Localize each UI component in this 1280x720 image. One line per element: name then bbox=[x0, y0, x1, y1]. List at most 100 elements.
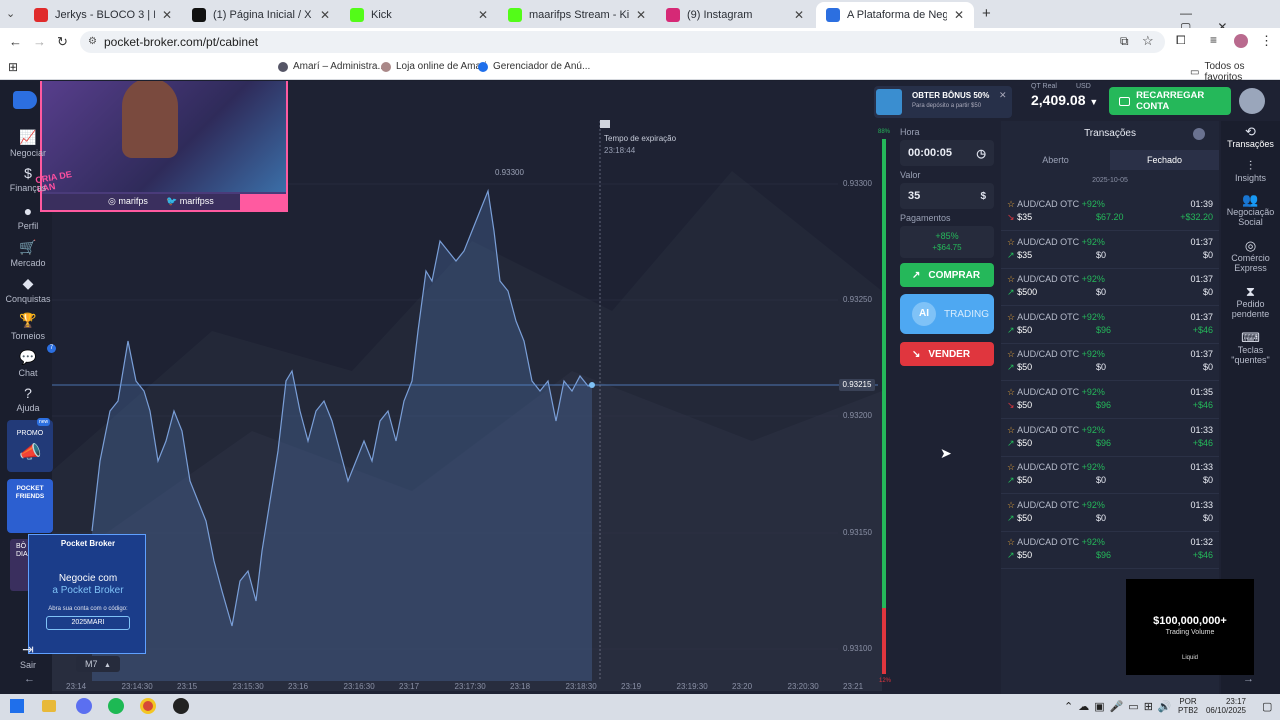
close-tab-icon[interactable]: ✕ bbox=[636, 8, 646, 22]
transaction-row[interactable]: ☆ AUD/CAD OTC +92% ↗ $50 $0 01:33 $0 bbox=[1001, 496, 1219, 532]
bonus-banner[interactable]: OBTER BÔNUS 50% Para depósito a partir $… bbox=[874, 86, 1012, 118]
browser-tab[interactable]: Jerkys - BLOCO 3 | Pesadelo Na ✕ bbox=[24, 2, 182, 28]
extensions-icon[interactable]: ⧠ bbox=[1176, 33, 1186, 48]
back-icon[interactable]: ← bbox=[9, 34, 22, 49]
star-icon[interactable]: ☆ bbox=[1007, 312, 1015, 322]
bookmark-star-icon[interactable]: ☆ bbox=[1142, 33, 1154, 49]
right-nav-item[interactable]: ⟲ Transações bbox=[1221, 125, 1280, 149]
profile-avatar[interactable] bbox=[1234, 34, 1248, 48]
recharge-button[interactable]: RECARREGAR CONTA bbox=[1109, 87, 1231, 115]
reload-icon[interactable]: ↻ bbox=[57, 34, 68, 50]
browser-tab[interactable]: (9) Instagram ✕ bbox=[656, 2, 814, 28]
install-app-icon[interactable]: ⧉ bbox=[1120, 34, 1129, 49]
forward-icon[interactable]: → bbox=[33, 34, 46, 49]
tab-search-icon[interactable]: ⌄ bbox=[6, 7, 15, 20]
right-nav-item[interactable]: ⫶ Insights bbox=[1221, 159, 1280, 183]
bookmark-item[interactable]: Loja online de Amari bbox=[381, 61, 487, 72]
nav-item[interactable]: 🛒 Mercado bbox=[0, 239, 56, 268]
star-icon[interactable]: ☆ bbox=[1007, 274, 1015, 284]
tab-open[interactable]: Aberto bbox=[1001, 150, 1110, 170]
close-icon[interactable]: ✕ bbox=[999, 90, 1007, 101]
transaction-row[interactable]: ☆ AUD/CAD OTC +92% ↗ $35 $0 01:37 $0 bbox=[1001, 233, 1219, 269]
close-tab-icon[interactable]: ✕ bbox=[794, 8, 804, 22]
transaction-row[interactable]: ☆ AUD/CAD OTC +92% ↘ $50 $96 01:35 +$46 bbox=[1001, 383, 1219, 419]
arrow-right-icon[interactable]: → bbox=[1243, 673, 1254, 685]
nav-item[interactable]: 📈 Negociar bbox=[0, 129, 56, 158]
star-icon[interactable]: ☆ bbox=[1007, 537, 1015, 547]
tab-closed[interactable]: Fechado bbox=[1110, 150, 1219, 170]
menu-icon[interactable]: ⋮ bbox=[1260, 33, 1273, 49]
star-icon[interactable]: ☆ bbox=[1007, 349, 1015, 359]
transaction-row[interactable]: ☆ AUD/CAD OTC +92% ↗ $50 $96 01:32 +$46 bbox=[1001, 533, 1219, 570]
transaction-row[interactable]: ☆ AUD/CAD OTC +92% ↗ $50 $0 01:37 $0 bbox=[1001, 345, 1219, 382]
transaction-row[interactable]: ☆ AUD/CAD OTC +92% ↗ $500 $0 01:37 $0 bbox=[1001, 270, 1219, 307]
close-tab-icon[interactable]: ✕ bbox=[954, 8, 964, 22]
language-indicator[interactable]: POR PTB2 bbox=[1178, 697, 1198, 715]
right-nav-item[interactable]: ⌨ Teclas "quentes" bbox=[1221, 331, 1280, 365]
transaction-row[interactable]: ☆ AUD/CAD OTC +92% ↗ $50 $0 01:33 $0 bbox=[1001, 458, 1219, 495]
right-nav-item[interactable]: 👥 Negociação Social bbox=[1221, 193, 1280, 227]
browser-tab-active[interactable]: A Plataforma de Negociação M ✕ bbox=[816, 2, 974, 28]
file-explorer-icon[interactable] bbox=[42, 700, 56, 712]
transaction-row[interactable]: ☆ AUD/CAD OTC +92% ↗ $50 $96 01:33 +$46 bbox=[1001, 421, 1219, 457]
ai-trading-button[interactable]: AI TRADING bbox=[900, 294, 994, 334]
dollar-icon[interactable]: $ bbox=[980, 191, 986, 202]
bookmark-item[interactable]: Amarí – Administra... bbox=[278, 61, 386, 72]
notification-icon[interactable]: ▢ bbox=[1262, 700, 1272, 713]
nav-item[interactable]: 🏆 Torneios bbox=[0, 312, 56, 341]
transaction-row[interactable]: ☆ AUD/CAD OTC +92% ↗ $50 $96 01:37 +$46 bbox=[1001, 308, 1219, 344]
star-icon[interactable]: ☆ bbox=[1007, 237, 1015, 247]
spotify-icon[interactable] bbox=[108, 698, 124, 714]
nav-item[interactable]: ⇥ Sair bbox=[0, 641, 56, 670]
star-icon[interactable]: ☆ bbox=[1007, 462, 1015, 472]
bookmark-item[interactable]: Gerenciador de Anú... bbox=[478, 61, 590, 72]
windows-start-icon[interactable] bbox=[10, 699, 24, 713]
close-tab-icon[interactable]: ✕ bbox=[162, 8, 172, 22]
globe-icon[interactable] bbox=[1193, 128, 1205, 140]
clock[interactable]: 23:17 06/10/2025 bbox=[1202, 697, 1246, 715]
star-icon[interactable]: ☆ bbox=[1007, 425, 1015, 435]
new-tab-button[interactable]: + bbox=[982, 5, 991, 22]
right-nav-item[interactable]: ⧗ Pedido pendente bbox=[1221, 285, 1280, 319]
chrome-icon[interactable] bbox=[140, 698, 156, 714]
browser-tab[interactable]: Kick ✕ bbox=[340, 2, 498, 28]
obs-icon[interactable] bbox=[173, 698, 189, 714]
browser-tab[interactable]: maarifps Stream - Kick Dashbo ✕ bbox=[498, 2, 656, 28]
bonus-side-card[interactable]: BÔ DIA bbox=[10, 539, 30, 591]
user-avatar[interactable] bbox=[1239, 88, 1265, 114]
liquid-ad[interactable]: $100,000,000+ Trading Volume Liquid bbox=[1126, 579, 1254, 675]
all-bookmarks-button[interactable]: ▭ Todos os favoritos bbox=[1190, 61, 1280, 83]
transaction-profit: $0 bbox=[1202, 512, 1213, 523]
system-tray-icons[interactable]: ⌃☁▣🎤▭⊞🔊 bbox=[1064, 700, 1177, 713]
close-tab-icon[interactable]: ✕ bbox=[478, 8, 488, 22]
star-icon[interactable]: ☆ bbox=[1007, 500, 1015, 510]
site-info-icon[interactable]: ⚙ bbox=[88, 31, 97, 53]
close-tab-icon[interactable]: ✕ bbox=[320, 8, 330, 22]
nav-item[interactable]: 💬 Chat bbox=[0, 349, 56, 378]
balance-selector[interactable]: 2,409.08 ▼ bbox=[1031, 92, 1098, 108]
clock-icon[interactable]: ◷ bbox=[976, 147, 986, 160]
pocket-broker-ad[interactable]: Pocket Broker Negocie com a Pocket Broke… bbox=[28, 534, 146, 654]
nav-item[interactable]: ◆ Conquistas bbox=[0, 275, 56, 304]
discord-icon[interactable] bbox=[76, 698, 92, 714]
star-icon[interactable]: ☆ bbox=[1007, 387, 1015, 397]
promo-tile[interactable]: PROMO new 📣 bbox=[7, 418, 53, 472]
timeframe-selector[interactable]: M7 ▲ bbox=[76, 656, 120, 672]
nav-item[interactable]: ● Perfil bbox=[0, 203, 56, 231]
transaction-row[interactable]: ☆ AUD/CAD OTC +92% ↘ $35 $67.20 01:39 +$32.2… bbox=[1001, 195, 1219, 231]
browser-tab[interactable]: (1) Página Inicial / X ✕ bbox=[182, 2, 340, 28]
nav-item[interactable]: $ Finanças bbox=[0, 165, 56, 193]
transaction-pair: ☆ AUD/CAD OTC +92% bbox=[1007, 312, 1105, 323]
time-input[interactable]: 00:00:05 ◷ bbox=[900, 140, 994, 166]
arrow-left-icon[interactable]: ← bbox=[24, 673, 35, 685]
star-icon[interactable]: ☆ bbox=[1007, 199, 1015, 209]
amount-input[interactable]: 35 $ bbox=[900, 183, 994, 209]
buy-button[interactable]: ↗ COMPRAR bbox=[900, 263, 994, 287]
pocket-friends-tile[interactable]: POCKET FRIENDS bbox=[7, 479, 53, 533]
apps-icon[interactable]: ⊞ bbox=[8, 60, 18, 74]
url-input[interactable]: ⚙ pocket-broker.com/pt/cabinet bbox=[80, 31, 1165, 53]
media-icon[interactable]: ≡ bbox=[1210, 33, 1217, 47]
sell-button[interactable]: ↘ VENDER bbox=[900, 342, 994, 366]
right-nav-item[interactable]: ◎ Comércio Express bbox=[1221, 239, 1280, 273]
nav-item[interactable]: ? Ajuda bbox=[0, 385, 56, 413]
